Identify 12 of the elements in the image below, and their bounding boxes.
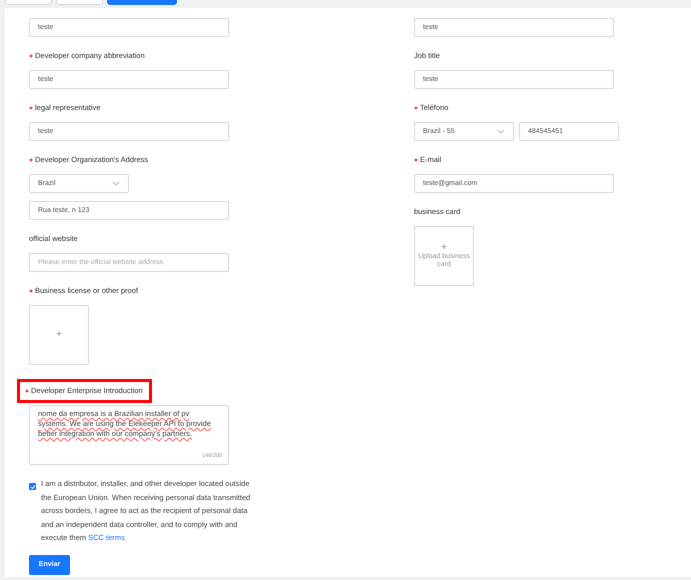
required-asterisk-icon [414,106,418,110]
checkbox[interactable] [29,483,36,490]
upload-button[interactable]: + [29,305,89,365]
required-asterisk-icon [29,158,33,162]
required-asterisk-icon [29,106,33,110]
required-asterisk-icon [29,289,33,293]
tab[interactable] [107,0,177,5]
caret-icon [112,181,120,186]
required-asterisk-icon [25,389,29,393]
required-asterisk-icon [29,54,33,58]
caret-icon [497,129,505,134]
required-asterisk-icon [414,158,418,162]
